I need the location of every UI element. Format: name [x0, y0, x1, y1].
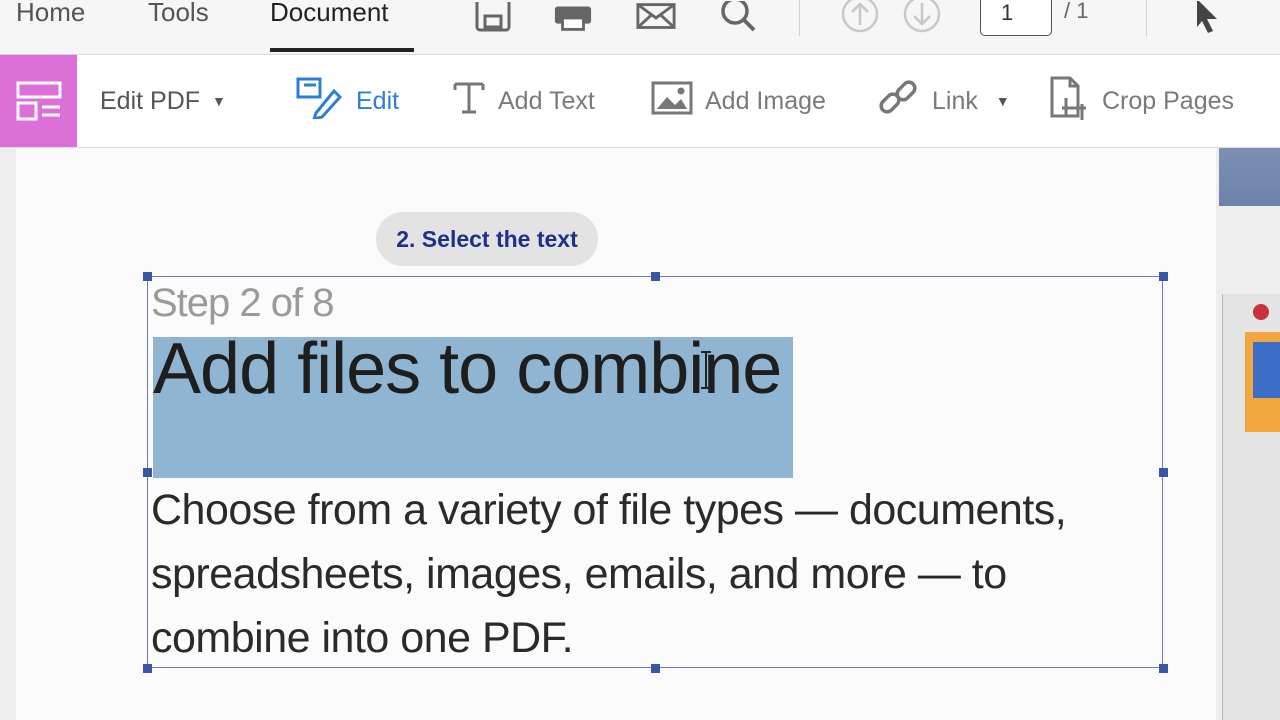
active-tab-indicator [270, 48, 414, 52]
tab-document[interactable]: Document [270, 0, 389, 30]
add-text-label: Add Text [498, 86, 595, 115]
background-window [1219, 148, 1280, 206]
text-t-icon [452, 78, 486, 125]
add-text-button[interactable]: Add Text [452, 55, 595, 147]
step-indicator: Step 2 of 8 [151, 281, 334, 325]
top-nav: Home Tools Document 1 / 1 [0, 0, 1280, 55]
app-icon [1253, 342, 1280, 398]
crop-pages-label: Crop Pages [1102, 86, 1235, 115]
side-app-window [1222, 294, 1280, 720]
tab-tools[interactable]: Tools [148, 0, 209, 30]
page-up-icon[interactable] [840, 0, 880, 34]
resize-handle[interactable] [651, 272, 660, 281]
mail-icon[interactable] [636, 0, 676, 34]
edit-pdf-dropdown[interactable]: Edit PDF ▼ [100, 55, 226, 147]
link-label: Link [932, 86, 978, 115]
text-cursor-icon [700, 350, 712, 390]
document-headline[interactable]: Add files to combine [153, 328, 782, 410]
resize-handle[interactable] [143, 272, 152, 281]
chevron-down-icon: ▼ [212, 93, 226, 109]
page-down-icon[interactable] [902, 0, 942, 34]
link-chain-icon [876, 77, 920, 126]
edit-text-icon [296, 77, 344, 126]
tab-home[interactable]: Home [16, 0, 85, 30]
chevron-down-icon: ▼ [995, 93, 1010, 109]
edit-label: Edit [356, 86, 400, 115]
save-icon[interactable] [473, 0, 513, 34]
link-dropdown[interactable]: Link ▼ [876, 55, 1010, 147]
toolbar-divider [799, 0, 800, 36]
edit-button[interactable]: Edit [296, 55, 399, 147]
resize-handle[interactable] [143, 468, 152, 477]
resize-handle[interactable] [1159, 468, 1168, 477]
edit-pdf-tool-icon[interactable] [0, 55, 77, 147]
edit-toolbar: Edit PDF ▼ Edit Add Text Add Image Link … [0, 55, 1280, 148]
crop-pages-button[interactable]: Crop Pages [1048, 55, 1234, 147]
image-icon [651, 81, 693, 122]
page-total: / 1 [1064, 0, 1089, 23]
print-icon[interactable] [553, 0, 593, 34]
resize-handle[interactable] [1159, 272, 1168, 281]
add-image-label: Add Image [705, 86, 826, 115]
page-number-input[interactable]: 1 [980, 0, 1052, 36]
toolbar-divider [1146, 0, 1147, 36]
add-image-button[interactable]: Add Image [651, 55, 826, 147]
crop-page-icon [1048, 76, 1090, 127]
pointer-icon[interactable] [1186, 0, 1226, 34]
edit-pdf-label: Edit PDF [100, 86, 201, 115]
search-icon[interactable] [718, 0, 758, 34]
close-icon[interactable] [1253, 304, 1269, 320]
document-body-text[interactable]: Choose from a variety of file types — do… [151, 478, 1161, 670]
instruction-callout: 2. Select the text [376, 212, 598, 266]
